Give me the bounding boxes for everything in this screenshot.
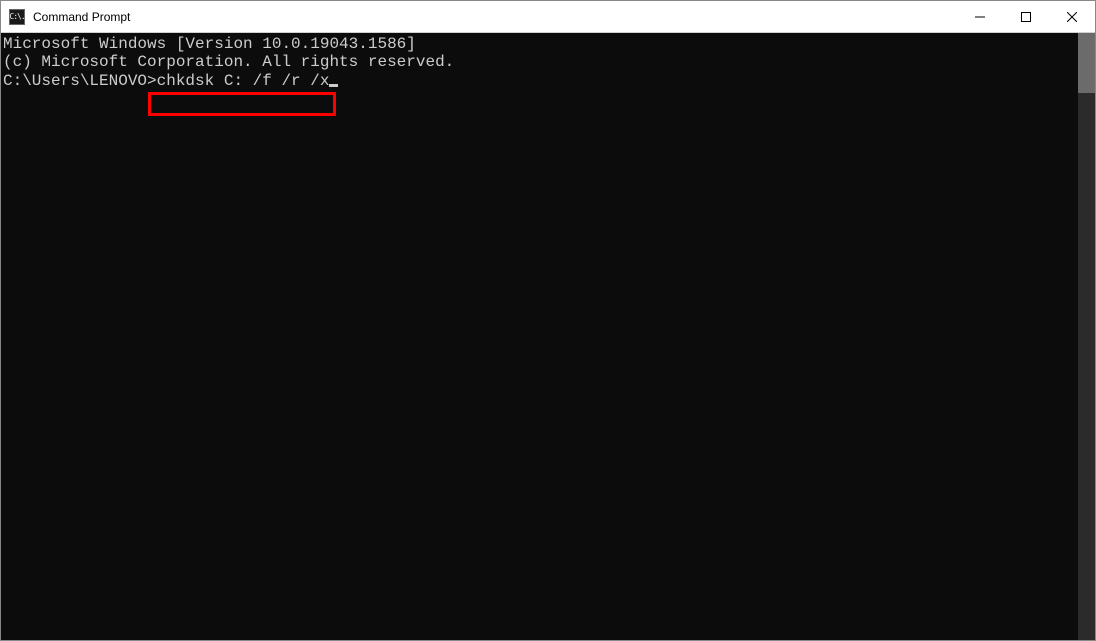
scrollbar-thumb[interactable] <box>1078 33 1095 93</box>
terminal-content: Microsoft Windows [Version 10.0.19043.15… <box>1 33 1095 92</box>
terminal-prompt-line: C:\Users\LENOVO>chkdsk C: /f /r /x <box>3 72 338 90</box>
command-prompt-window: C:\. Command Prompt Microsoft Windows [V… <box>0 0 1096 641</box>
terminal-command-input[interactable]: chkdsk C: /f /r /x <box>157 72 330 90</box>
cmd-icon: C:\. <box>9 9 25 25</box>
maximize-button[interactable] <box>1003 1 1049 32</box>
terminal-line-version: Microsoft Windows [Version 10.0.19043.15… <box>3 35 1093 53</box>
scrollbar-track[interactable] <box>1078 33 1095 640</box>
terminal-cursor <box>329 84 338 87</box>
highlight-annotation <box>148 92 336 116</box>
maximize-icon <box>1021 12 1031 22</box>
cmd-icon-text: C:\. <box>9 13 24 21</box>
close-icon <box>1067 12 1077 22</box>
window-controls <box>957 1 1095 32</box>
terminal-prompt: C:\Users\LENOVO> <box>3 72 157 90</box>
terminal-line-copyright: (c) Microsoft Corporation. All rights re… <box>3 53 1093 71</box>
window-title: Command Prompt <box>33 10 130 24</box>
titlebar[interactable]: C:\. Command Prompt <box>1 1 1095 33</box>
minimize-icon <box>975 12 985 22</box>
minimize-button[interactable] <box>957 1 1003 32</box>
close-button[interactable] <box>1049 1 1095 32</box>
terminal-body[interactable]: Microsoft Windows [Version 10.0.19043.15… <box>1 33 1095 640</box>
